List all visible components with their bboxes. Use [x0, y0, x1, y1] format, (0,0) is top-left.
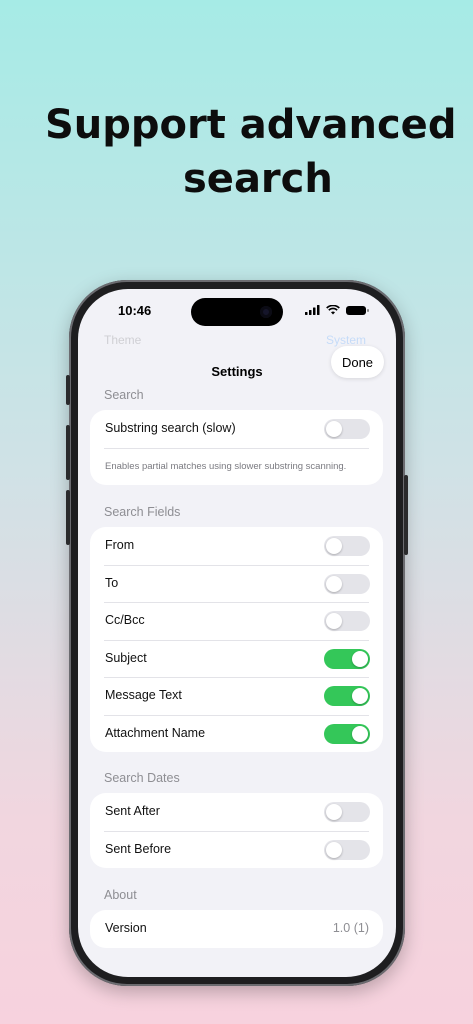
- action-button: [66, 375, 70, 405]
- status-icons: [305, 305, 369, 315]
- volume-up-button: [66, 425, 70, 480]
- sent-after-toggle[interactable]: [324, 802, 370, 822]
- ghost-left: Theme: [104, 333, 142, 347]
- row-label: Message Text: [105, 688, 182, 702]
- wifi-icon: [326, 305, 340, 315]
- substring-search-toggle[interactable]: [324, 419, 370, 439]
- settings-row-subject: Subject: [90, 639, 383, 678]
- section-header-search-fields: Search Fields: [104, 505, 181, 519]
- search-dates-card: Sent After Sent Before: [90, 793, 383, 868]
- row-label: Sent Before: [105, 841, 172, 856]
- row-label: Subject: [105, 650, 147, 665]
- settings-row-attachment-name: Attachment Name: [90, 714, 383, 753]
- headline-line-1: Support advanced: [45, 102, 457, 148]
- status-time: 10:46: [118, 303, 152, 318]
- toggle-knob: [352, 650, 368, 667]
- message-text-toggle[interactable]: [324, 686, 370, 706]
- row-label: To: [105, 575, 119, 590]
- settings-row-from: From: [90, 527, 383, 565]
- row-label: Substring search (slow): [105, 421, 236, 435]
- toggle-knob: [352, 725, 368, 742]
- search-card: Substring search (slow) Enables partial …: [90, 410, 383, 485]
- to-toggle[interactable]: [324, 573, 370, 594]
- row-label: Sent After: [105, 804, 160, 818]
- row-label: Version: [105, 921, 147, 935]
- phone-frame: 10:46 Theme System Settings Done Search: [66, 280, 408, 986]
- cc-bcc-toggle[interactable]: [324, 611, 370, 631]
- signal-icon: [305, 305, 320, 315]
- search-footnote: Enables partial matches using slower sub…: [90, 447, 383, 485]
- settings-row-substring-search: Substring search (slow): [90, 410, 383, 448]
- settings-row-message-text: Message Text: [90, 677, 383, 715]
- section-header-search: Search: [104, 388, 144, 402]
- row-label: From: [105, 538, 135, 552]
- settings-row-sent-after: Sent After: [90, 793, 383, 831]
- toggle-knob: [326, 421, 342, 437]
- phone-screen: 10:46 Theme System Settings Done Search: [78, 289, 396, 977]
- subject-toggle[interactable]: [324, 648, 370, 669]
- settings-row-to: To: [90, 564, 383, 603]
- footnote-text: Enables partial matches using slower sub…: [105, 460, 347, 472]
- row-label: Attachment Name: [105, 725, 206, 740]
- volume-down-button: [66, 490, 70, 545]
- section-header-search-dates: Search Dates: [104, 771, 180, 785]
- toggle-knob: [326, 841, 342, 858]
- toggle-knob: [326, 804, 342, 820]
- settings-row-version: Version 1.0 (1): [90, 910, 383, 948]
- battery-icon: [346, 305, 369, 315]
- about-card: Version 1.0 (1): [90, 910, 383, 948]
- toggle-knob: [352, 688, 368, 704]
- toggle-knob: [326, 613, 342, 629]
- toggle-knob: [326, 575, 342, 592]
- from-toggle[interactable]: [324, 536, 370, 556]
- dynamic-island: [191, 298, 283, 326]
- side-button: [404, 475, 408, 555]
- headline-line-2: search: [183, 156, 333, 202]
- version-value: 1.0 (1): [332, 921, 369, 935]
- done-button[interactable]: Done: [331, 346, 384, 378]
- attachment-name-toggle[interactable]: [324, 723, 370, 744]
- row-label: Cc/Bcc: [105, 613, 145, 627]
- ghost-right: System: [325, 333, 366, 347]
- settings-row-sent-before: Sent Before: [90, 830, 383, 869]
- search-fields-card: From To Cc/Bcc Subject Message Text Atta…: [90, 527, 383, 752]
- section-header-about: About: [104, 888, 137, 902]
- camera-icon: [260, 306, 272, 318]
- sent-before-toggle[interactable]: [324, 839, 370, 860]
- toggle-knob: [326, 538, 342, 554]
- settings-row-cc-bcc: Cc/Bcc: [90, 602, 383, 640]
